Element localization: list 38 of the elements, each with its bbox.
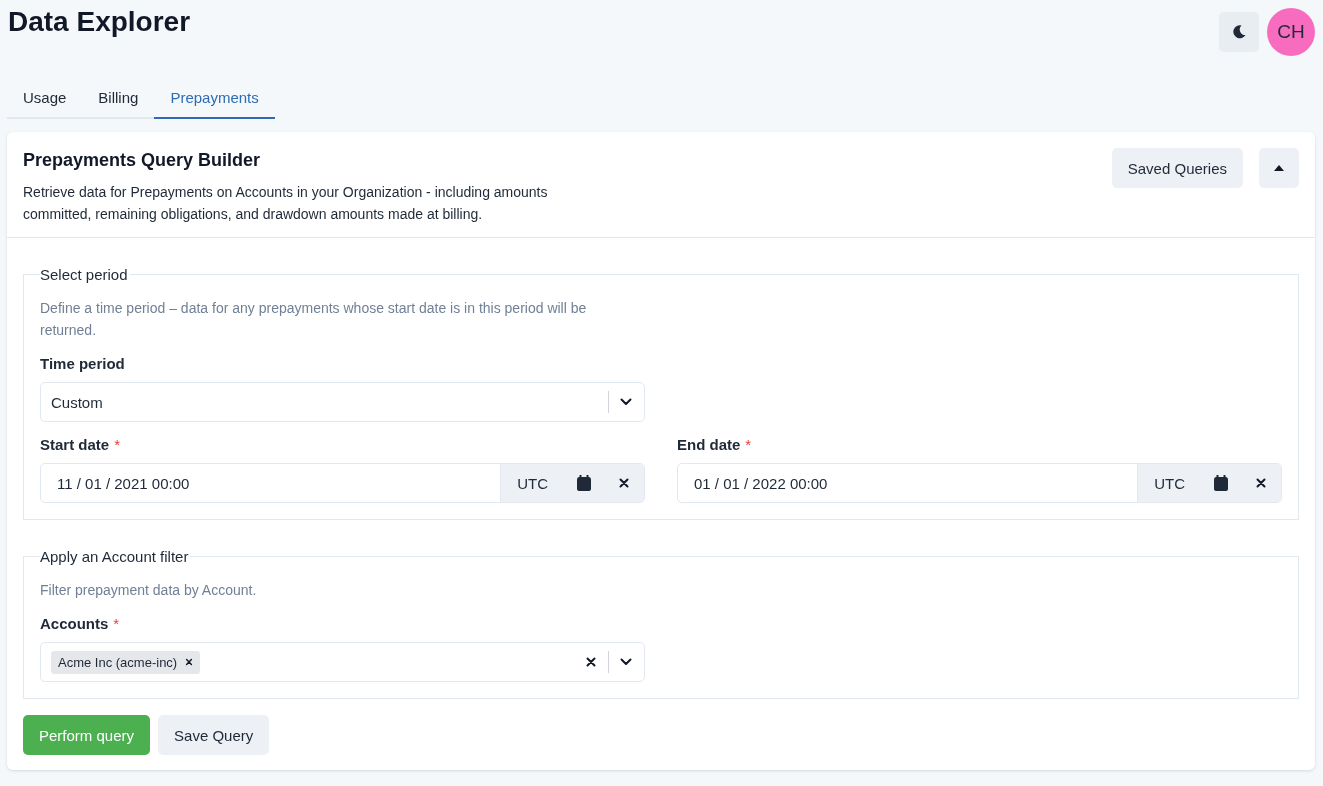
remove-icon[interactable] <box>185 658 194 666</box>
field-label: Start date <box>40 436 110 453</box>
chip-label: Acme Inc (acme-inc) <box>58 654 178 670</box>
required-marker: * <box>114 436 121 453</box>
caret-icon <box>1274 165 1284 171</box>
timezone-label: UTC <box>1137 464 1201 502</box>
time-period-dropdown[interactable]: Custom <box>40 382 645 422</box>
date-input[interactable]: 01 / 01 / 2022 00:00 UTC <box>677 463 1282 503</box>
tab[interactable]: Usage <box>7 81 83 119</box>
date-input[interactable]: 11 / 01 / 2021 00:00 UTC <box>40 463 645 503</box>
chevron-down-icon[interactable] <box>620 398 632 406</box>
section-legend: Apply an Account filter <box>40 548 191 565</box>
section-legend: Select period <box>40 266 130 283</box>
calendar-icon[interactable] <box>1214 475 1228 491</box>
clear-icon[interactable] <box>586 657 596 667</box>
tab[interactable]: Billing <box>82 81 155 119</box>
saved-queries-button[interactable]: Saved Queries <box>1111 148 1243 188</box>
user-avatar[interactable]: CH <box>1267 8 1315 56</box>
tab[interactable]: Prepayments <box>154 81 275 119</box>
required-marker: * <box>113 615 120 632</box>
theme-toggle-button[interactable] <box>1219 12 1259 52</box>
card-description: Retrieve data for Prepayments on Accounts in your Organization - including amounts committed, remaining obligations, and drawdown amounts made at billing. <box>23 183 549 224</box>
chevron-down-icon[interactable] <box>620 658 632 666</box>
clear-icon[interactable] <box>619 478 629 488</box>
save-query-button[interactable]: Save Query <box>158 715 270 755</box>
moon-icon <box>1231 24 1247 40</box>
card-title: Prepayments Query Builder <box>23 150 262 171</box>
field-label: End date <box>677 436 741 453</box>
accounts-multiselect[interactable]: Acme Inc (acme-inc) <box>40 642 645 682</box>
timezone-label: UTC <box>500 464 564 502</box>
field-label: Time period <box>40 355 125 372</box>
page-title: Data Explorer <box>8 6 191 38</box>
clear-icon[interactable] <box>1256 478 1266 488</box>
required-marker: * <box>745 436 752 453</box>
section-hint: Define a time period – data for any prepayments whose start date is in this period will be returned. <box>40 299 588 340</box>
calendar-icon[interactable] <box>577 475 591 491</box>
field-label: Accounts <box>40 615 109 632</box>
section-hint: Filter prepayment data by Account. <box>40 581 258 600</box>
